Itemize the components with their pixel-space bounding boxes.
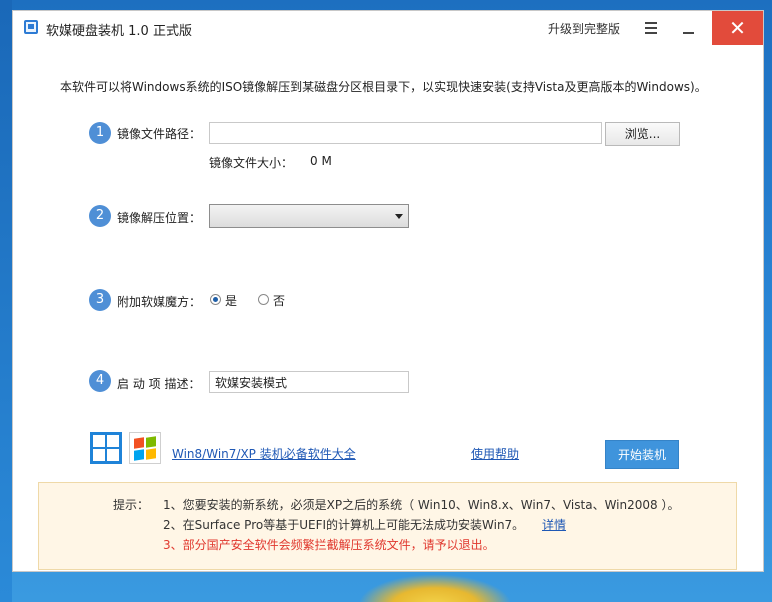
addon-label: 附加软媒魔方： <box>117 295 202 309</box>
step-number-1: 1 <box>89 122 111 144</box>
close-icon[interactable]: ✕ <box>712 11 763 45</box>
browse-button[interactable]: 浏览... <box>605 122 680 146</box>
addon-yes-radio[interactable] <box>210 294 221 305</box>
extract-location-label: 镜像解压位置： <box>117 211 202 225</box>
menu-icon[interactable] <box>641 19 661 37</box>
start-install-button[interactable]: 开始装机 <box>605 440 679 469</box>
boot-desc-input[interactable] <box>209 371 409 393</box>
upgrade-link[interactable]: 升级到完整版 <box>548 20 620 37</box>
desktop-background-edge <box>0 0 12 602</box>
addon-no-radio[interactable] <box>258 294 269 305</box>
intro-text: 本软件可以将Windows系统的ISO镜像解压到某磁盘分区根目录下，以实现快速安… <box>60 80 707 94</box>
step-number-2: 2 <box>89 205 111 227</box>
title-bar: 软媒硬盘装机 1.0 正式版 升级到完整版 ✕ <box>13 11 763 45</box>
boot-desc-label: 启 动 项 描述： <box>117 377 201 391</box>
software-collection-link[interactable]: Win8/Win7/XP 装机必备软件大全 <box>172 445 356 462</box>
notice-tip-3: 3、部分国产安全软件会频繁拦截解压系统文件，请予以退出。 <box>163 538 495 552</box>
image-size-label: 镜像文件大小： <box>209 156 294 170</box>
windows8-logo-icon <box>90 432 122 464</box>
windows7-logo-icon <box>129 432 161 464</box>
image-size-value: 0 M <box>310 154 332 168</box>
step-number-3: 3 <box>89 289 111 311</box>
dropdown-arrow-icon <box>395 214 403 219</box>
image-path-label: 镜像文件路径： <box>117 127 202 141</box>
window-title: 软媒硬盘装机 1.0 正式版 <box>46 24 192 39</box>
notice-box: 提示： 1、您要安装的新系统，必须是XP之后的系统（ Win10、Win8.x、… <box>38 482 737 570</box>
detail-link[interactable]: 详情 <box>542 516 566 533</box>
help-link[interactable]: 使用帮助 <box>471 445 519 462</box>
notice-label: 提示： <box>113 498 150 512</box>
step-number-4: 4 <box>89 370 111 392</box>
notice-tip-2: 2、在Surface Pro等基于UEFI的计算机上可能无法成功安装Win7。 <box>163 518 525 532</box>
notice-tip-1: 1、您要安装的新系统，必须是XP之后的系统（ Win10、Win8.x、Win7… <box>163 498 680 512</box>
app-icon <box>24 20 38 34</box>
extract-location-select[interactable] <box>209 204 409 228</box>
image-path-input[interactable] <box>209 122 602 144</box>
addon-yes-label[interactable]: 是 <box>225 292 237 309</box>
minimize-icon[interactable] <box>677 19 699 37</box>
app-window: 软媒硬盘装机 1.0 正式版 升级到完整版 ✕ 本软件可以将Windows系统的… <box>12 10 764 572</box>
addon-no-label[interactable]: 否 <box>273 292 285 309</box>
desktop-wallpaper-art <box>360 575 510 602</box>
